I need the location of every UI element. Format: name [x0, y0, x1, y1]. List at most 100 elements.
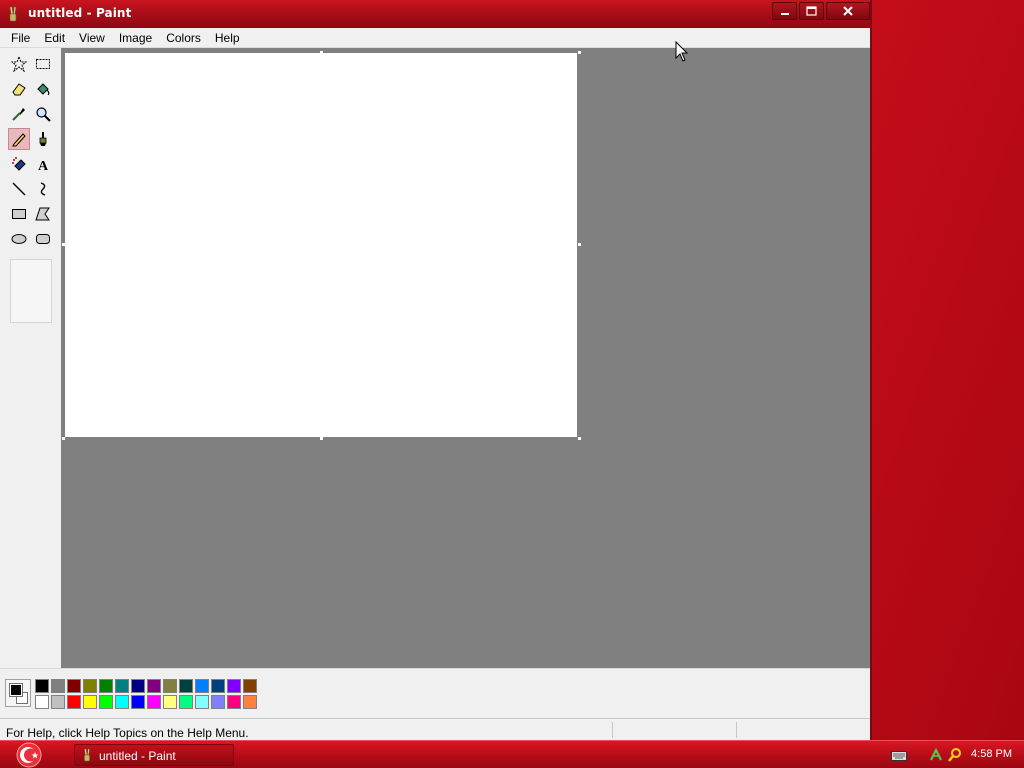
color-swatch[interactable]	[227, 695, 241, 709]
menu-file[interactable]: File	[4, 31, 37, 45]
pencil-icon	[12, 133, 26, 147]
tool-options-box[interactable]	[10, 259, 52, 323]
polygon-icon	[35, 207, 50, 221]
ellipse-icon	[11, 234, 27, 244]
color-swatch[interactable]	[163, 679, 177, 693]
paint-brush-icon	[81, 748, 93, 765]
color-swatch[interactable]	[179, 679, 193, 693]
curve-icon	[40, 182, 46, 196]
tool-curve[interactable]	[32, 178, 54, 200]
foreground-color-box	[9, 683, 23, 697]
maximize-button[interactable]	[799, 2, 824, 20]
color-swatch[interactable]	[195, 679, 209, 693]
mouse-cursor-icon	[675, 41, 689, 62]
color-swatch[interactable]	[211, 695, 225, 709]
status-bar: For Help, click Help Topics on the Help …	[0, 718, 870, 740]
line-icon	[12, 182, 26, 196]
menu-view[interactable]: View	[72, 31, 112, 45]
color-swatch[interactable]	[83, 695, 97, 709]
resize-handle-top	[320, 51, 323, 54]
maximize-icon	[806, 6, 817, 16]
title-bar[interactable]: untitled - Paint	[0, 0, 870, 28]
tool-ellipse[interactable]	[8, 228, 30, 250]
palette-row-bottom	[35, 695, 259, 709]
color-swatch[interactable]	[163, 695, 177, 709]
taskbar-item-label: untitled - Paint	[99, 749, 176, 763]
color-swatch[interactable]	[243, 695, 257, 709]
menu-help[interactable]: Help	[208, 31, 247, 45]
color-swatch[interactable]	[83, 679, 97, 693]
color-swatch[interactable]	[131, 695, 145, 709]
color-swatch[interactable]	[51, 695, 65, 709]
minimize-button[interactable]	[772, 2, 797, 20]
tool-rectangle[interactable]	[8, 203, 30, 225]
resize-handle-bottom-left	[62, 437, 65, 440]
tool-line[interactable]	[8, 178, 30, 200]
color-swatch[interactable]	[99, 679, 113, 693]
canvas-workspace[interactable]	[61, 48, 870, 668]
window-title: untitled - Paint	[28, 6, 132, 20]
tool-pencil[interactable]	[8, 128, 30, 150]
tool-brush[interactable]	[32, 128, 54, 150]
paint-brush-icon	[6, 6, 20, 22]
tool-magnifier[interactable]	[32, 103, 54, 125]
search-icon[interactable]	[947, 747, 963, 766]
tool-rounded-rectangle[interactable]	[32, 228, 54, 250]
system-tray: 4:58 PM	[874, 741, 1024, 768]
color-swatch[interactable]	[147, 679, 161, 693]
eraser-icon	[12, 83, 26, 96]
star-select-icon	[11, 56, 27, 72]
clock: 4:58 PM	[971, 748, 1012, 760]
color-swatch[interactable]	[51, 679, 65, 693]
close-icon	[843, 6, 853, 16]
color-swatch[interactable]	[179, 695, 193, 709]
color-swatch[interactable]	[147, 695, 161, 709]
taskbar-item-paint[interactable]: untitled - Paint	[74, 744, 234, 766]
resize-handle-bottom[interactable]	[320, 437, 323, 440]
color-swatch[interactable]	[99, 695, 113, 709]
resize-handle-right[interactable]	[578, 243, 581, 246]
tool-pick-color[interactable]	[8, 103, 30, 125]
svg-text:A: A	[38, 159, 49, 172]
keyboard-icon[interactable]	[891, 750, 907, 764]
color-swatch[interactable]	[243, 679, 257, 693]
drawing-canvas[interactable]	[65, 53, 577, 437]
color-swatch[interactable]	[195, 695, 209, 709]
status-pane-size	[736, 722, 850, 738]
resize-handle-top-right	[578, 51, 581, 54]
menu-edit[interactable]: Edit	[37, 31, 72, 45]
color-swatch[interactable]	[211, 679, 225, 693]
start-button[interactable]	[12, 741, 46, 768]
tool-fill-with-color[interactable]	[32, 78, 54, 100]
palette-row-top	[35, 679, 259, 693]
network-icon[interactable]	[928, 747, 944, 766]
color-swatch[interactable]	[67, 679, 81, 693]
rectangle-icon	[12, 209, 26, 219]
tool-select[interactable]	[32, 53, 54, 75]
current-colors[interactable]	[5, 679, 31, 707]
color-swatch[interactable]	[35, 695, 49, 709]
color-swatch[interactable]	[67, 695, 81, 709]
tool-airbrush[interactable]	[8, 153, 30, 175]
close-button[interactable]	[826, 2, 870, 20]
tool-polygon[interactable]	[32, 203, 54, 225]
eyedropper-icon	[12, 108, 25, 121]
menu-image[interactable]: Image	[112, 31, 159, 45]
color-swatch[interactable]	[227, 679, 241, 693]
color-swatch[interactable]	[35, 679, 49, 693]
status-text: For Help, click Help Topics on the Help …	[6, 726, 249, 740]
color-swatch[interactable]	[115, 695, 129, 709]
crescent-star-icon	[16, 742, 42, 768]
tool-free-form-select[interactable]	[8, 53, 30, 75]
airbrush-icon	[12, 157, 26, 171]
resize-handle-bottom-right[interactable]	[578, 437, 581, 440]
tool-eraser[interactable]	[8, 78, 30, 100]
color-swatch[interactable]	[115, 679, 129, 693]
menu-bar: File Edit View Image Colors Help	[0, 28, 870, 48]
color-palette	[0, 668, 870, 718]
rounded-rectangle-icon	[36, 234, 50, 244]
tool-text[interactable]: A	[32, 153, 54, 175]
magnifier-icon	[36, 107, 51, 122]
menu-colors[interactable]: Colors	[159, 31, 208, 45]
color-swatch[interactable]	[131, 679, 145, 693]
